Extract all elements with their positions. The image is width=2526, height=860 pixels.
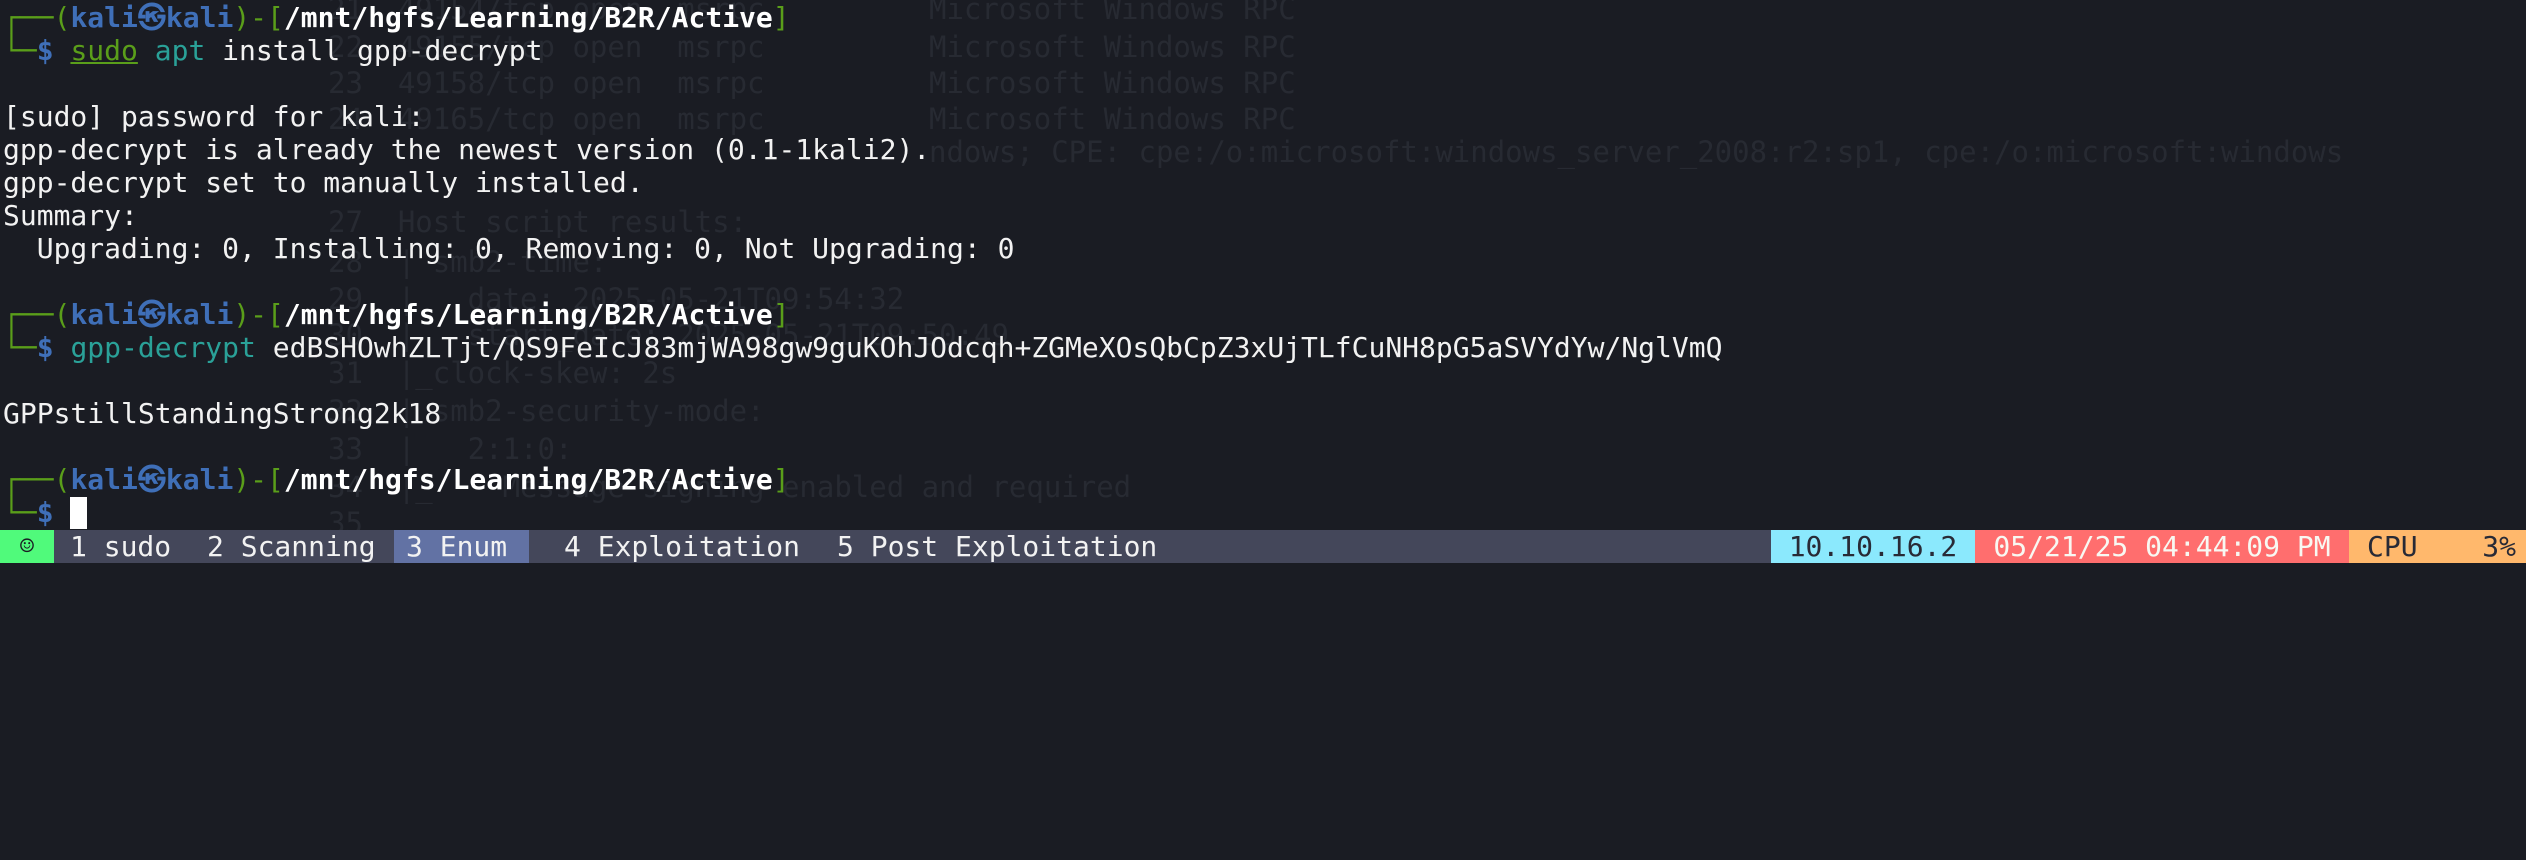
output-line: gpp-decrypt set to manually installed. — [3, 166, 644, 199]
kali-icon: ㉿ — [137, 298, 166, 331]
terminal-cursor — [70, 497, 87, 529]
ip-address: 10.10.16.2 — [1771, 530, 1975, 563]
kali-icon: ㉿ — [137, 463, 166, 496]
window-tab-enum[interactable]: 3 Enum — [394, 530, 529, 563]
command-line: └─$ sudo apt install gpp-decrypt — [3, 34, 543, 67]
output-line: Upgrading: 0, Installing: 0, Removing: 0… — [3, 232, 1015, 265]
window-tab-post-exploitation[interactable]: 5 Post Exploitation — [837, 530, 1157, 563]
prompt-line: ┌──(kali㉿kali)-[/mnt/hgfs/Learning/B2R/A… — [3, 298, 790, 331]
ghost-line: Microsoft Windows RPC — [929, 102, 1296, 136]
window-tab-sudo[interactable]: 1 sudo — [70, 530, 171, 563]
window-tab-scanning[interactable]: 2 Scanning — [207, 530, 376, 563]
ghost-line: 23 49158/tcp open msrpc — [328, 66, 765, 100]
ghost-line: Microsoft Windows RPC — [929, 0, 1296, 26]
output-line: [sudo] password for kali: — [3, 100, 425, 133]
cpu-usage: CPU 3% — [2349, 530, 2526, 563]
ghost-line: Microsoft Windows RPC — [929, 30, 1296, 64]
ghost-line: 33 | 2:1:0: — [328, 432, 573, 466]
output-line: gpp-decrypt is already the newest versio… — [3, 133, 931, 166]
decrypted-password: GPPstillStandingStrong2k18 — [3, 397, 442, 430]
kali-icon: ㉿ — [137, 1, 166, 34]
ghost-line: Microsoft Windows RPC — [929, 66, 1296, 100]
smiley-icon: ☺ — [0, 530, 54, 563]
prompt-line: ┌──(kali㉿kali)-[/mnt/hgfs/Learning/B2R/A… — [3, 1, 790, 34]
tmux-status-bar: ☺ 1 sudo 2 Scanning 3 Enum 4 Exploitatio… — [0, 530, 2526, 563]
command-line[interactable]: └─$ — [3, 496, 54, 529]
window-tab-exploitation[interactable]: 4 Exploitation — [564, 530, 800, 563]
prompt-line: ┌──(kali㉿kali)-[/mnt/hgfs/Learning/B2R/A… — [3, 463, 790, 496]
cpu-label: CPU — [2367, 530, 2418, 563]
output-line: Summary: — [3, 199, 138, 232]
cpu-value: 3% — [2482, 530, 2516, 563]
datetime: 05/21/25 04:44:09 PM — [1975, 530, 2349, 563]
command-line: └─$ gpp-decrypt edBSHOwhZLTjt/QS9FeIcJ83… — [3, 331, 1723, 364]
ghost-line: ndows; CPE: cpe:/o:microsoft:windows_ser… — [929, 135, 2344, 169]
